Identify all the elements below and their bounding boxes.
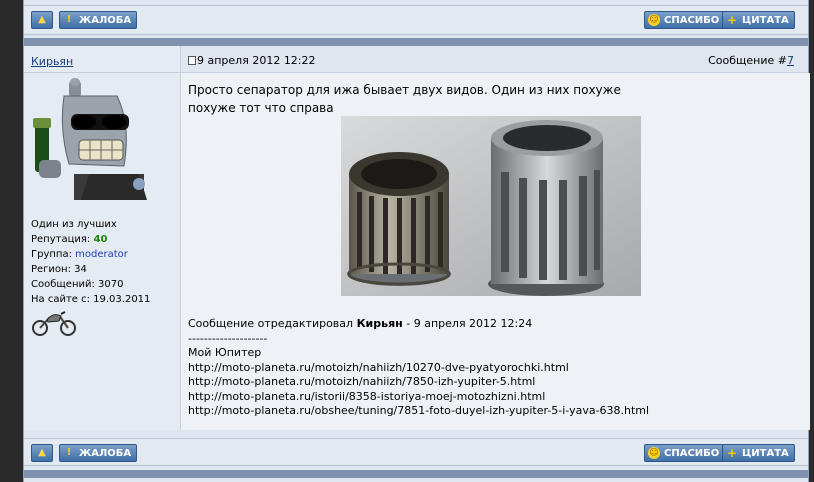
scroll-up-button[interactable]: ▲ xyxy=(31,444,53,462)
post-text: Просто сепаратор для ижа бывает двух вид… xyxy=(188,81,748,117)
author-since: На сайте с: 19.03.2011 xyxy=(31,294,151,305)
post-date-text: 9 апреля 2012 12:22 xyxy=(197,54,316,67)
post-separator xyxy=(24,38,808,46)
smile-icon: ☺ xyxy=(648,447,660,459)
motorcycle-icon xyxy=(32,311,76,336)
signature-link[interactable]: http://moto-planeta.ru/motoizh/nahiizh/7… xyxy=(188,375,649,390)
top-action-bar: ▲ ! ЖАЛОБА ☺ СПАСИБО + ЦИТАТА xyxy=(24,5,808,35)
author-rank: Один из лучших xyxy=(31,219,117,230)
smile-icon: ☺ xyxy=(648,14,660,26)
plus-icon: + xyxy=(726,13,738,27)
exclamation-icon: ! xyxy=(66,14,72,25)
document-icon xyxy=(188,56,196,65)
edit-note: Сообщение отредактировал Кирьян - 9 апре… xyxy=(188,317,649,419)
reputation-value: 40 xyxy=(93,234,108,245)
post-date: 9 апреля 2012 12:22 xyxy=(188,54,316,67)
group-label: Группа: xyxy=(31,249,72,260)
edit-prefix: Сообщение отредактировал xyxy=(188,317,354,330)
thanks-button[interactable]: ☺ СПАСИБО xyxy=(644,444,726,462)
plus-icon: + xyxy=(726,446,738,460)
signature-link[interactable]: http://moto-planeta.ru/istorii/8358-isto… xyxy=(188,390,649,405)
quote-label: ЦИТАТА xyxy=(742,447,789,459)
message-number: Сообщение #7 xyxy=(708,54,794,67)
arrow-up-icon: ▲ xyxy=(38,447,46,458)
forum-panel: ▲ ! ЖАЛОБА ☺ СПАСИБО + ЦИТАТА Кирьян Оди… xyxy=(23,0,810,482)
post-text-line-2: похуже тот что справа xyxy=(188,101,334,115)
group-value: moderator xyxy=(75,249,128,260)
post-header xyxy=(24,46,808,73)
signature-link[interactable]: http://moto-planeta.ru/motoizh/nahiizh/1… xyxy=(188,361,649,376)
author-column: Кирьян Один из лучших Репутация: 40 Груп… xyxy=(24,46,181,430)
complaint-button[interactable]: ! ЖАЛОБА xyxy=(59,11,138,29)
post-body: Просто сепаратор для ижа бывает двух вид… xyxy=(181,73,810,430)
edit-suffix: - 9 апреля 2012 12:24 xyxy=(406,317,533,330)
author-region: Регион: 34 xyxy=(31,264,87,275)
bottom-action-bar: ▲ ! ЖАЛОБА ☺ СПАСИБО + ЦИТАТА xyxy=(24,438,808,466)
post-text-line-1: Просто сепаратор для ижа бывает двух вид… xyxy=(188,83,621,97)
quote-button[interactable]: + ЦИТАТА xyxy=(722,11,795,29)
thanks-label: СПАСИБО xyxy=(664,447,720,459)
post-image[interactable] xyxy=(341,116,641,296)
complaint-label: ЖАЛОБА xyxy=(79,14,132,26)
message-number-prefix: Сообщение # xyxy=(708,54,787,67)
thanks-button[interactable]: ☺ СПАСИБО xyxy=(644,11,726,29)
message-number-link[interactable]: 7 xyxy=(787,54,794,67)
reputation-label: Репутация: xyxy=(31,234,91,245)
signature-divider: -------------------- xyxy=(188,331,268,345)
post-separator xyxy=(24,470,808,478)
quote-button[interactable]: + ЦИТАТА xyxy=(722,444,795,462)
author-info: Один из лучших Репутация: 40 Группа: mod… xyxy=(31,217,150,307)
thanks-label: СПАСИБО xyxy=(664,14,720,26)
arrow-up-icon: ▲ xyxy=(38,14,46,25)
scroll-up-button[interactable]: ▲ xyxy=(31,11,53,29)
complaint-label: ЖАЛОБА xyxy=(79,447,132,459)
complaint-button[interactable]: ! ЖАЛОБА xyxy=(59,444,138,462)
quote-label: ЦИТАТА xyxy=(742,14,789,26)
signature-title: Мой Юпитер xyxy=(188,346,262,359)
signature-link[interactable]: http://moto-planeta.ru/obshee/tuning/785… xyxy=(188,404,649,419)
exclamation-icon: ! xyxy=(66,447,72,458)
avatar xyxy=(33,78,147,200)
author-messages: Сообщений: 3070 xyxy=(31,279,124,290)
edit-editor: Кирьян xyxy=(356,317,403,330)
